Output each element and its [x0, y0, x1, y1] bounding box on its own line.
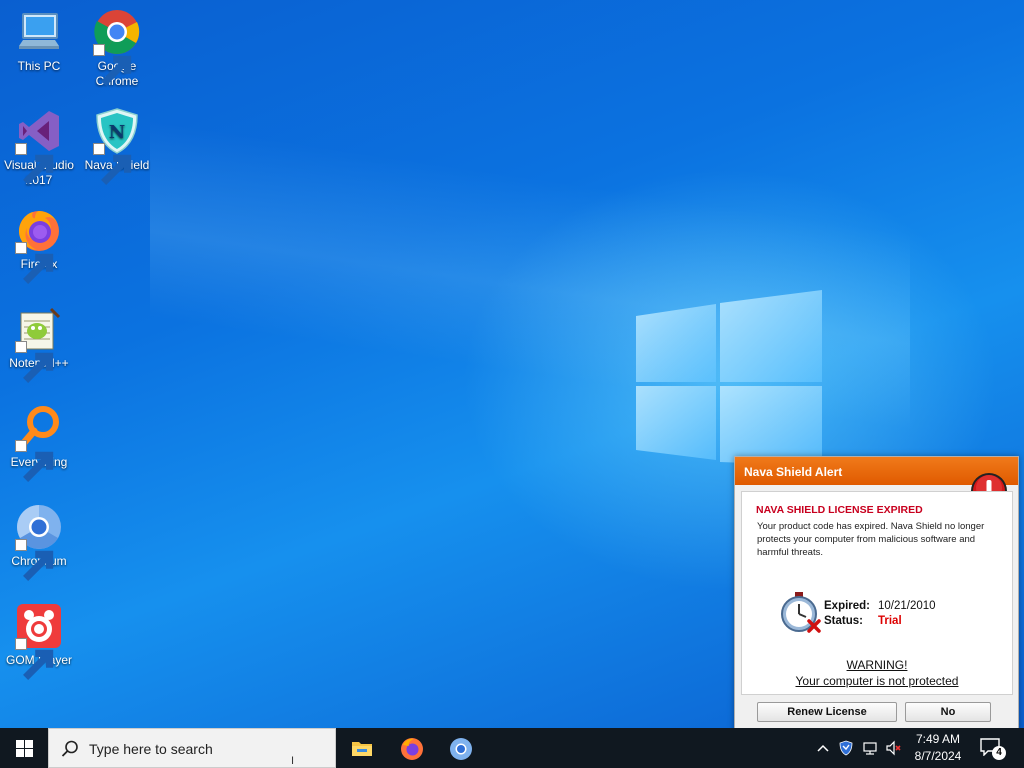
status-value: Trial	[878, 615, 902, 627]
everything-search-icon	[15, 404, 63, 482]
warning-heading: WARNING!	[846, 658, 908, 672]
desktop-icon-notepad-plus-plus[interactable]: Notepad++	[0, 305, 78, 383]
network-icon[interactable]	[862, 740, 878, 756]
nava-shield-icon: N	[93, 107, 141, 185]
alert-heading: NAVA SHIELD LICENSE EXPIRED	[756, 504, 923, 516]
visual-studio-icon	[15, 107, 63, 185]
volume-muted-icon[interactable]	[885, 740, 901, 756]
chromium-icon	[450, 738, 472, 760]
desktop-icon-nava-shield[interactable]: N Nava Shield	[78, 107, 156, 185]
firefox-icon	[401, 738, 423, 760]
shortcut-arrow-icon	[93, 44, 132, 86]
taskbar: Type here to search I 7:49 AM 8/7/2024 4	[0, 728, 1024, 768]
taskbar-clock[interactable]: 7:49 AM 8/7/2024	[908, 731, 968, 765]
svg-text:N: N	[109, 122, 125, 143]
file-explorer-icon	[352, 742, 372, 756]
firefox-icon	[15, 206, 63, 284]
nava-shield-tray-icon[interactable]	[838, 740, 854, 756]
search-icon	[61, 740, 78, 757]
license-info: Expired: 10/21/2010 Status: Trial	[824, 600, 936, 630]
alert-description: Your product code has expired. Nava Shie…	[757, 521, 985, 558]
start-button[interactable]	[0, 728, 48, 768]
clock-time: 7:49 AM	[915, 732, 961, 746]
desktop-icon-google-chrome[interactable]: Google Chrome	[78, 8, 156, 89]
shortcut-arrow-icon	[15, 242, 54, 284]
windows-wallpaper-logo	[636, 290, 822, 466]
taskbar-search-box[interactable]: Type here to search I	[48, 728, 336, 768]
renew-license-button[interactable]: Renew License	[757, 702, 897, 722]
status-label: Status:	[824, 615, 863, 627]
expired-clock-icon	[781, 592, 821, 633]
taskbar-firefox[interactable]	[387, 728, 435, 768]
desktop-icon-this-pc[interactable]: This PC	[0, 8, 78, 74]
search-placeholder: Type here to search	[89, 741, 213, 757]
gom-player-icon	[15, 602, 63, 680]
text-cursor-icon: I	[291, 755, 295, 767]
shortcut-arrow-icon	[15, 539, 54, 581]
windows-start-icon	[16, 740, 33, 757]
desktop-icon-firefox[interactable]: Firefox	[0, 206, 78, 284]
show-hidden-icons-chevron-up-icon[interactable]	[815, 740, 831, 756]
warning-subtext: Your computer is not protected	[795, 674, 959, 688]
notepad-plus-plus-icon	[15, 305, 63, 383]
clock-date: 8/7/2024	[914, 749, 962, 763]
nava-shield-alert-window: Nava Shield Alert NAVA SHIELD LICENSE EX…	[734, 456, 1019, 734]
shortcut-arrow-icon	[15, 143, 54, 185]
action-center-button[interactable]: 4	[980, 738, 1008, 760]
desktop-icon-gom-player[interactable]: GOM Player	[0, 602, 78, 680]
shortcut-arrow-icon	[15, 440, 54, 482]
alert-content-panel: NAVA SHIELD LICENSE EXPIRED Your product…	[741, 491, 1013, 695]
this-pc-icon	[15, 8, 63, 56]
desktop-icon-label: This PC	[17, 59, 61, 73]
desktop-icon-chromium[interactable]: Chromium	[0, 503, 78, 581]
desktop-icon-visual-studio-2017[interactable]: Visual Studio 2017	[0, 107, 78, 188]
no-button[interactable]: No	[905, 702, 991, 722]
taskbar-chromium[interactable]	[436, 728, 484, 768]
shortcut-arrow-icon	[93, 143, 132, 185]
taskbar-file-explorer[interactable]	[338, 728, 386, 768]
shortcut-arrow-icon	[15, 638, 54, 680]
chromium-icon	[15, 503, 63, 581]
expired-label: Expired:	[824, 600, 871, 612]
notification-count-badge: 4	[992, 746, 1006, 760]
google-chrome-icon	[93, 8, 141, 86]
expired-date: 10/21/2010	[878, 600, 936, 612]
desktop-icon-everything[interactable]: Everything	[0, 404, 78, 482]
shortcut-arrow-icon	[15, 341, 54, 383]
